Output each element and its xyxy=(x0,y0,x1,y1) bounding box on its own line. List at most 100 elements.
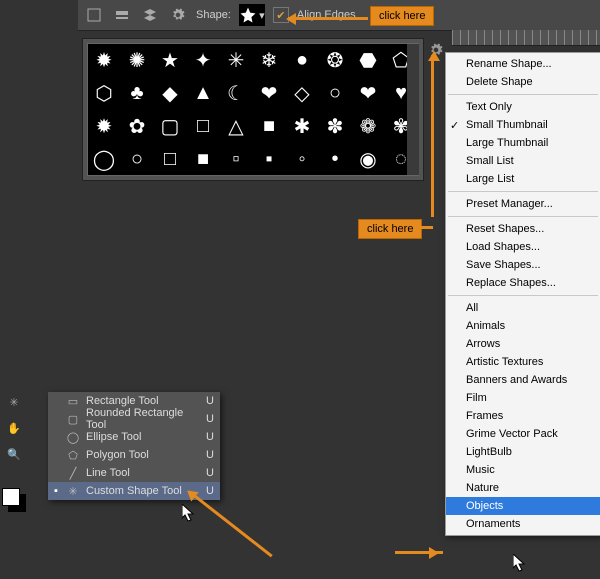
menu-item[interactable]: Grime Vector Pack xyxy=(446,425,600,443)
shape-thumb[interactable]: ⬣ xyxy=(352,44,384,76)
tools-column: ✳ ✋ 🔍 xyxy=(4,392,24,464)
callout-top: click here xyxy=(370,6,434,26)
shape-thumb[interactable]: ❄ xyxy=(253,44,285,76)
tool-icon: ▭ xyxy=(66,395,80,408)
shape-thumb[interactable]: ★ xyxy=(154,44,186,76)
menu-item[interactable]: Small List xyxy=(446,152,600,170)
menu-item[interactable]: Load Shapes... xyxy=(446,238,600,256)
shape-thumb[interactable]: ◉ xyxy=(352,143,384,175)
shape-thumb[interactable]: ❁ xyxy=(352,110,384,142)
menu-item[interactable]: ✓Small Thumbnail xyxy=(446,116,600,134)
tool-item[interactable]: ◯Ellipse ToolU xyxy=(48,428,220,446)
cursor-icon xyxy=(182,504,196,522)
align-edges-checkbox[interactable]: ✔ xyxy=(273,7,289,23)
menu-item[interactable]: LightBulb xyxy=(446,443,600,461)
menu-item[interactable]: Large List xyxy=(446,170,600,188)
callout-mid: click here xyxy=(358,219,422,239)
horizontal-ruler xyxy=(452,30,600,46)
shape-thumb[interactable]: □ xyxy=(187,110,219,142)
menu-item[interactable]: Rename Shape... xyxy=(446,55,600,73)
options-icon-1[interactable] xyxy=(84,5,104,25)
shape-thumb[interactable]: □ xyxy=(154,143,186,175)
shape-thumb[interactable]: ◯ xyxy=(88,143,120,175)
shape-grid[interactable]: ✹✺★✦✳❄●❂⬣⬠⬡♣◆▲☾❤◇○❤♥✹✿▢□△■✱✽❁✾◯○□■▫▪◦•◉◌ xyxy=(87,43,419,176)
shape-thumb[interactable]: ✿ xyxy=(121,110,153,142)
menu-item[interactable]: Ornaments xyxy=(446,515,600,533)
shape-thumb[interactable]: ☾ xyxy=(220,77,252,109)
hand-tool-icon[interactable]: ✋ xyxy=(4,418,24,438)
tool-label: Polygon Tool xyxy=(86,449,200,461)
shape-thumb[interactable]: ◆ xyxy=(154,77,186,109)
tool-item[interactable]: ⬠Polygon ToolU xyxy=(48,446,220,464)
menu-item[interactable]: Artistic Textures xyxy=(446,353,600,371)
shape-thumb[interactable]: ❤ xyxy=(253,77,285,109)
shape-thumb[interactable]: ✺ xyxy=(121,44,153,76)
menu-item[interactable]: Preset Manager... xyxy=(446,195,600,213)
menu-item[interactable]: Music xyxy=(446,461,600,479)
menu-item[interactable]: Banners and Awards xyxy=(446,371,600,389)
shape-picker-panel: ✹✺★✦✳❄●❂⬣⬠⬡♣◆▲☾❤◇○❤♥✹✿▢□△■✱✽❁✾◯○□■▫▪◦•◉◌ xyxy=(82,38,424,181)
star-icon xyxy=(239,6,257,24)
shape-thumb[interactable]: ✹ xyxy=(88,110,120,142)
custom-shape-tool-icon[interactable]: ✳ xyxy=(4,392,24,412)
layers-icon[interactable] xyxy=(140,5,160,25)
menu-item[interactable]: Replace Shapes... xyxy=(446,274,600,292)
menu-item[interactable]: Film xyxy=(446,389,600,407)
menu-item[interactable]: Frames xyxy=(446,407,600,425)
tool-label: Rounded Rectangle Tool xyxy=(86,407,200,431)
shape-thumb[interactable]: ✽ xyxy=(319,110,351,142)
tool-shortcut: U xyxy=(206,467,214,479)
menu-separator xyxy=(448,216,598,217)
shape-thumb[interactable]: ◦ xyxy=(286,143,318,175)
zoom-tool-icon[interactable]: 🔍 xyxy=(4,444,24,464)
shape-picker-swatch[interactable]: ▾ xyxy=(239,4,265,26)
shape-thumb[interactable]: ✦ xyxy=(187,44,219,76)
annotation-arrow xyxy=(413,226,433,229)
tool-icon: ✳ xyxy=(66,485,80,498)
shape-label: Shape: xyxy=(196,9,231,21)
shape-thumb[interactable]: ● xyxy=(286,44,318,76)
shape-thumb[interactable]: ❂ xyxy=(319,44,351,76)
menu-item[interactable]: Arrows xyxy=(446,335,600,353)
gear-icon[interactable] xyxy=(168,5,188,25)
shape-thumb[interactable]: ■ xyxy=(187,143,219,175)
menu-item[interactable]: Reset Shapes... xyxy=(446,220,600,238)
shape-thumb[interactable]: ▢ xyxy=(154,110,186,142)
menu-item[interactable]: Animals xyxy=(446,317,600,335)
menu-item[interactable]: Objects xyxy=(446,497,600,515)
annotation-arrow xyxy=(188,490,273,557)
annotation-arrow xyxy=(431,55,434,217)
shape-thumb[interactable]: ⬡ xyxy=(88,77,120,109)
color-swatches[interactable] xyxy=(2,488,26,512)
shape-thumb[interactable]: ○ xyxy=(319,77,351,109)
shape-thumb[interactable]: ▪ xyxy=(253,143,285,175)
shape-thumb[interactable]: ▫ xyxy=(220,143,252,175)
tool-shortcut: U xyxy=(206,395,214,407)
menu-item[interactable]: Nature xyxy=(446,479,600,497)
tool-item[interactable]: ╱Line ToolU xyxy=(48,464,220,482)
align-edges-label: Align Edges xyxy=(297,9,356,21)
menu-item[interactable]: All xyxy=(446,299,600,317)
scrollbar[interactable] xyxy=(407,44,419,175)
tool-item[interactable]: ▢Rounded Rectangle ToolU xyxy=(48,410,220,428)
shape-thumb[interactable]: ✱ xyxy=(286,110,318,142)
shape-thumb[interactable]: ✹ xyxy=(88,44,120,76)
menu-item[interactable]: Save Shapes... xyxy=(446,256,600,274)
tool-item[interactable]: ▪✳Custom Shape ToolU xyxy=(48,482,220,500)
shape-thumb[interactable]: △ xyxy=(220,110,252,142)
shape-thumb[interactable]: ✳ xyxy=(220,44,252,76)
shape-thumb[interactable]: ■ xyxy=(253,110,285,142)
shape-thumb[interactable]: ○ xyxy=(121,143,153,175)
tool-label: Custom Shape Tool xyxy=(86,485,200,497)
menu-item[interactable]: Delete Shape xyxy=(446,73,600,91)
menu-item[interactable]: Large Thumbnail xyxy=(446,134,600,152)
menu-separator xyxy=(448,295,598,296)
shape-thumb[interactable]: ▲ xyxy=(187,77,219,109)
tool-label: Line Tool xyxy=(86,467,200,479)
shape-thumb[interactable]: ♣ xyxy=(121,77,153,109)
shape-thumb[interactable]: ◇ xyxy=(286,77,318,109)
shape-thumb[interactable]: • xyxy=(319,143,351,175)
menu-item[interactable]: Text Only xyxy=(446,98,600,116)
shape-thumb[interactable]: ❤ xyxy=(352,77,384,109)
options-icon-2[interactable] xyxy=(112,5,132,25)
